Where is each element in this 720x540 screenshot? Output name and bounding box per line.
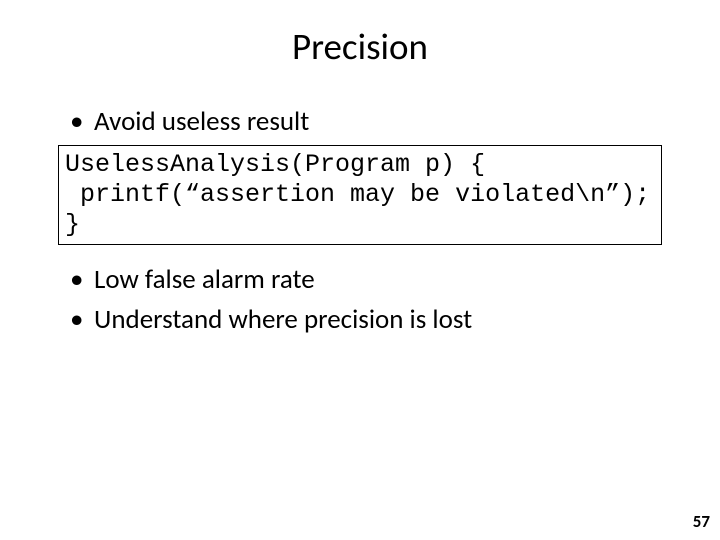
bullet-list-bottom: Low false alarm rate Understand where pr… <box>36 263 684 337</box>
code-block: UselessAnalysis(Program p) { printf(“ass… <box>58 145 662 245</box>
slide-title: Precision <box>36 24 684 69</box>
page-number: 57 <box>693 511 710 532</box>
list-item: Low false alarm rate <box>70 263 684 297</box>
slide-container: Precision Avoid useless result UselessAn… <box>0 0 720 540</box>
bullet-list-top: Avoid useless result <box>36 105 684 139</box>
list-item: Understand where precision is lost <box>70 303 684 337</box>
list-item: Avoid useless result <box>70 105 684 139</box>
